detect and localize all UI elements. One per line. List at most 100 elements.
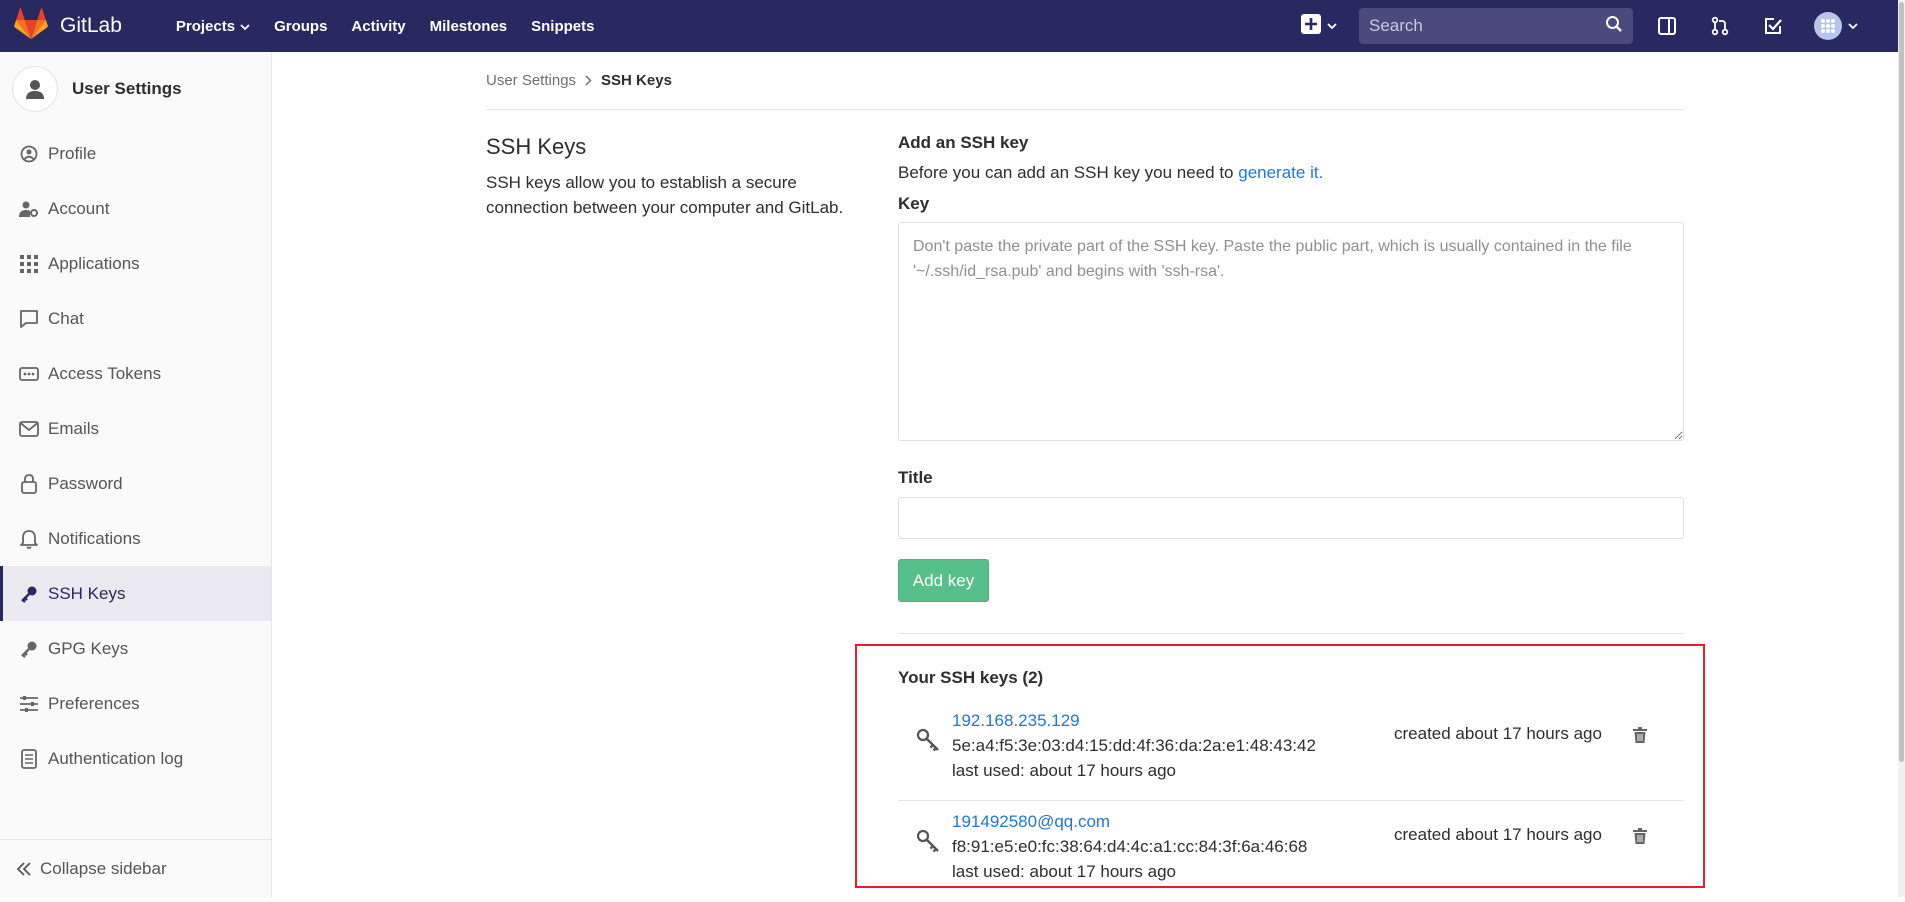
sidebar-item-password[interactable]: Password [0, 456, 271, 511]
key-icon [916, 829, 940, 858]
sidebar-item-ssh-keys[interactable]: SSH Keys [0, 566, 271, 621]
ssh-keys-heading: Your SSH keys (2) [898, 668, 1044, 687]
intro-column: SSH Keys SSH keys allow you to establish… [486, 129, 866, 220]
breadcrumb: User Settings SSH Keys [486, 52, 1684, 110]
ssh-key-row: 191492580@qq.com f8:91:e5:e0:fc:38:64:d4… [898, 802, 1684, 902]
key-icon [916, 728, 940, 757]
avatar [1814, 12, 1842, 40]
add-key-button[interactable]: Add key [898, 559, 989, 602]
sidebar-item-label: Profile [48, 143, 97, 163]
mail-icon [18, 418, 40, 440]
sidebar-item-label: SSH Keys [48, 583, 126, 603]
ssh-key-last-used: last used: about 17 hours ago [952, 862, 1176, 881]
breadcrumb-user-settings[interactable]: User Settings [486, 72, 576, 89]
sidebar-item-access-tokens[interactable]: Access Tokens [0, 346, 271, 401]
key-icon [18, 638, 40, 660]
sidebar-item-profile[interactable]: Profile [0, 126, 271, 181]
sidebar-item-label: Account [48, 198, 110, 218]
brand[interactable]: GitLab [14, 0, 122, 52]
sidebar-item-label: Access Tokens [48, 363, 162, 383]
nav-projects-label: Projects [175, 17, 236, 35]
search-icon[interactable] [1605, 15, 1623, 38]
chevron-down-icon [1327, 17, 1337, 35]
main-content: User Settings SSH Keys SSH Keys SSH keys… [486, 52, 1684, 634]
applications-icon [18, 253, 40, 275]
sidebar-title: User Settings [72, 79, 182, 98]
nav-snippets[interactable]: Snippets [531, 18, 594, 35]
page-description: SSH keys allow you to establish a secure… [486, 173, 844, 217]
sidebar-item-label: Emails [48, 418, 100, 438]
profile-icon [18, 143, 40, 165]
search-box [1359, 8, 1633, 44]
nav-links: Projects Groups Activity Milestones Snip… [176, 18, 619, 35]
sidebar-item-label: Password [48, 473, 123, 493]
sidebar-item-account[interactable]: Account [0, 181, 271, 236]
page-title: SSH Keys [486, 134, 587, 159]
ssh-keys-list: Your SSH keys (2) 192.168.235.129 5e:a4:… [855, 644, 1705, 888]
bell-icon [18, 528, 40, 550]
nav-right [1301, 0, 1898, 52]
nav-milestones[interactable]: Milestones [430, 18, 508, 35]
page-scrollbar[interactable] [1898, 0, 1905, 897]
ssh-key-row: 192.168.235.129 5e:a4:f5:3e:03:d4:15:dd:… [898, 701, 1684, 801]
nav-projects[interactable]: Projects [176, 18, 250, 35]
sidebar-item-label: GPG Keys [48, 638, 129, 658]
double-chevron-left-icon [16, 861, 32, 876]
search-input[interactable] [1369, 16, 1605, 36]
chevron-right-icon [585, 75, 592, 86]
merge-request-icon[interactable] [1708, 14, 1732, 38]
ssh-key-title-link[interactable]: 191492580@qq.com [952, 812, 1110, 832]
add-key-form: Add an SSH key Before you can add an SSH… [898, 129, 1684, 634]
collapse-sidebar-label: Collapse sidebar [40, 858, 167, 878]
title-input[interactable] [898, 497, 1684, 539]
form-help-text: Before you can add an SSH key you need t… [898, 163, 1239, 182]
sidebar-item-label: Preferences [48, 693, 140, 713]
sidebar-item-chat[interactable]: Chat [0, 291, 271, 346]
trash-icon[interactable] [1633, 727, 1647, 748]
gitlab-logo-icon [14, 7, 48, 45]
ssh-key-title-link[interactable]: 192.168.235.129 [952, 711, 1080, 731]
collapse-sidebar-button[interactable]: Collapse sidebar [0, 839, 271, 897]
log-icon [18, 748, 40, 770]
key-label: Key [898, 194, 930, 213]
sliders-icon [18, 693, 40, 715]
chevron-down-icon [1848, 17, 1858, 35]
sidebar-item-emails[interactable]: Emails [0, 401, 271, 456]
ssh-key-fingerprint: f8:91:e5:e0:fc:38:64:d4:4c:a1:cc:84:3f:6… [952, 837, 1308, 856]
nav-activity[interactable]: Activity [351, 18, 405, 35]
trash-icon[interactable] [1633, 828, 1647, 849]
chat-icon [18, 308, 40, 330]
sidebar-item-label: Applications [48, 253, 140, 273]
divider [898, 633, 1684, 634]
lock-icon [18, 473, 40, 495]
sidebar-item-notifications[interactable]: Notifications [0, 511, 271, 566]
sidebar-item-applications[interactable]: Applications [0, 236, 271, 291]
nav-groups[interactable]: Groups [274, 18, 327, 35]
scrollbar-thumb[interactable] [1899, 2, 1904, 762]
sidebar-item-gpg-keys[interactable]: GPG Keys [0, 621, 271, 676]
sidebar-header[interactable]: User Settings [0, 52, 271, 126]
sidebar-item-label: Chat [48, 308, 84, 328]
sidebar-item-preferences[interactable]: Preferences [0, 676, 271, 731]
account-icon [18, 198, 40, 220]
todo-icon[interactable] [1761, 14, 1785, 38]
token-icon [18, 363, 40, 385]
form-title: Add an SSH key [898, 133, 1029, 152]
sidebar-toggle-icon[interactable] [1655, 14, 1679, 38]
plus-square-icon [1301, 13, 1321, 39]
key-textarea[interactable] [898, 222, 1684, 441]
user-menu-button[interactable] [1814, 12, 1858, 40]
settings-sidebar: User Settings Profile Account Applicatio… [0, 52, 272, 897]
ssh-key-created: created about 17 hours ago [1394, 825, 1602, 844]
generate-it-link[interactable]: generate it. [1238, 163, 1323, 182]
form-help: Before you can add an SSH key you need t… [898, 163, 1684, 183]
brand-name: GitLab [60, 14, 122, 37]
top-navbar: GitLab Projects Groups Activity Mileston… [0, 0, 1898, 52]
user-avatar-icon [12, 66, 58, 112]
ssh-key-fingerprint: 5e:a4:f5:3e:03:d4:15:dd:4f:36:da:2a:e1:4… [952, 736, 1316, 755]
new-dropdown-button[interactable] [1301, 13, 1337, 39]
breadcrumb-current: SSH Keys [601, 72, 672, 89]
title-label: Title [898, 468, 933, 487]
sidebar-item-label: Notifications [48, 528, 141, 548]
sidebar-item-authentication-log[interactable]: Authentication log [0, 731, 271, 786]
